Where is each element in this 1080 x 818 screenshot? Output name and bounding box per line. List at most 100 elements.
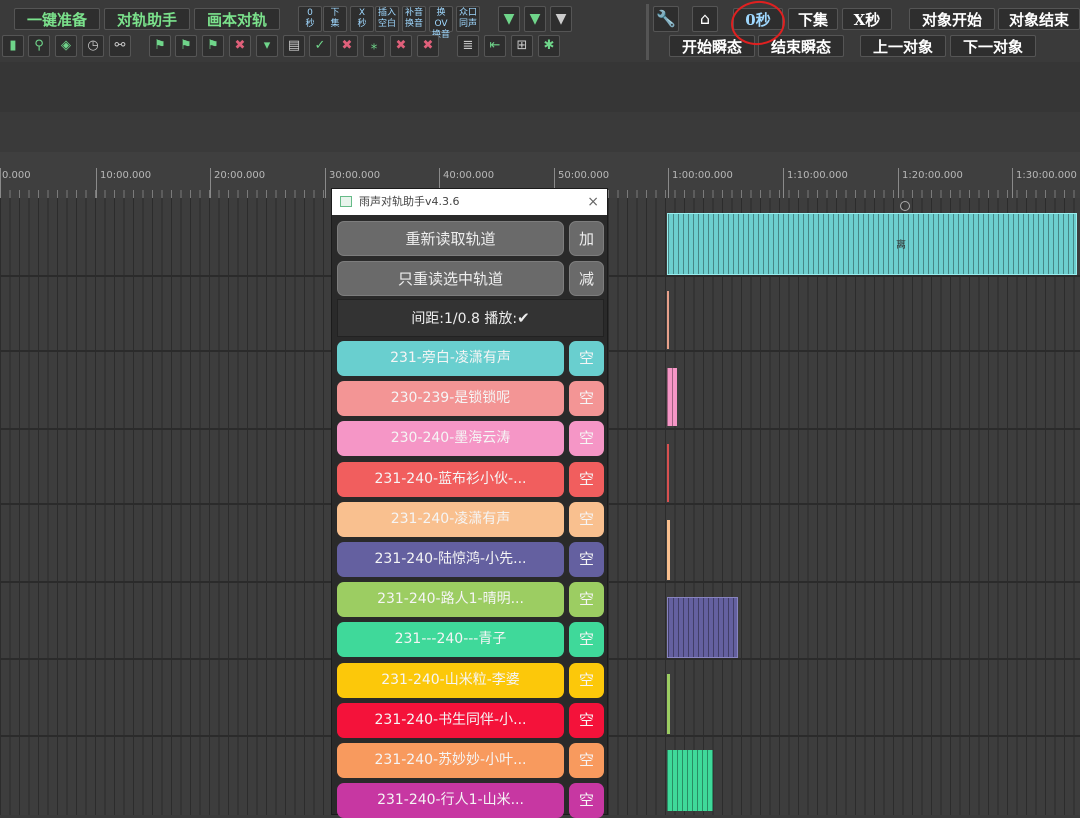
track-button[interactable]: 231-240-凌潇有声 xyxy=(337,501,564,537)
marker-icon[interactable]: ⚑ xyxy=(202,35,224,57)
audio-clip-narration[interactable]: 离 xyxy=(667,213,1077,275)
split-icon[interactable]: ◈ xyxy=(55,35,77,57)
track-empty-button[interactable]: 空 xyxy=(569,501,604,537)
track-empty-button[interactable]: 空 xyxy=(569,461,604,497)
audio-clip-marker[interactable] xyxy=(667,291,669,349)
ruler-label: 1:20:00.000 xyxy=(902,170,963,181)
previous-object-button[interactable]: 上一对象 xyxy=(860,35,946,57)
next-object-button[interactable]: 下一对象 xyxy=(950,35,1036,57)
track-button[interactable]: 231---240---青子 xyxy=(337,622,564,658)
reload-selected-tracks-button[interactable]: 只重读选中轨道 xyxy=(337,261,564,296)
swap-ov-button[interactable]: 换OV 换音 xyxy=(429,6,453,40)
track-button[interactable]: 231-240-苏妙妙-小叶... xyxy=(337,743,564,778)
filter-clear-icon[interactable]: ▼ xyxy=(550,6,572,32)
list-icon[interactable]: ≣ xyxy=(457,35,479,57)
track-button[interactable]: 230-240-墨海云涛 xyxy=(337,421,564,457)
script-align-button[interactable]: 画本对轨 xyxy=(194,8,280,30)
object-end-button[interactable]: 对象结束 xyxy=(998,8,1080,30)
add-button[interactable]: 加 xyxy=(569,221,604,256)
track-button[interactable]: 231-240-路人1-晴明... xyxy=(337,582,564,618)
star-icon[interactable]: ✱ xyxy=(538,35,560,57)
next-episode-button[interactable]: 下集 xyxy=(788,8,838,30)
bracket-icon[interactable]: ⁎ xyxy=(363,35,385,57)
dialog-title: 雨声对轨助手v4.3.6 xyxy=(359,195,460,208)
remove-marker-icon[interactable]: ✖ xyxy=(336,35,358,57)
home-icon[interactable]: ⌂ xyxy=(692,6,718,32)
wrench-icon[interactable]: 🔧 xyxy=(653,6,679,32)
audio-clip-purple[interactable] xyxy=(667,597,738,658)
track-empty-button[interactable]: 空 xyxy=(569,582,604,618)
track-empty-button[interactable]: 空 xyxy=(569,662,604,698)
app-icon xyxy=(340,196,352,207)
nodes-icon[interactable]: ⚯ xyxy=(109,35,131,57)
region-icon[interactable]: ▤ xyxy=(283,35,305,57)
track-button[interactable]: 231-240-陆惊鸿-小先... xyxy=(337,542,564,577)
small-button-line2: 秒 xyxy=(305,19,315,29)
audio-clip-lime[interactable] xyxy=(667,674,670,734)
audio-clip-red[interactable] xyxy=(667,444,669,502)
chorus-button[interactable]: 众口 同声 xyxy=(456,6,480,32)
track-empty-button[interactable]: 空 xyxy=(569,783,604,818)
zero-seconds-small-button[interactable]: 0 秒 xyxy=(298,6,322,32)
small-button-line1: X xyxy=(358,8,366,18)
track-empty-button[interactable]: 空 xyxy=(569,743,604,778)
ruler-label: 1:30:00.000 xyxy=(1016,170,1077,181)
filter-add-icon[interactable]: ▼ xyxy=(524,6,546,32)
patch-swap-audio-button[interactable]: 补音 换音 xyxy=(402,6,426,32)
track-assistant-button[interactable]: 对轨助手 xyxy=(104,8,190,30)
track-empty-button[interactable]: 空 xyxy=(569,421,604,457)
track-empty-button[interactable]: 空 xyxy=(569,341,604,376)
track-button[interactable]: 231-旁白-凌潇有声 xyxy=(337,341,564,376)
ruler-label: 1:00:00.000 xyxy=(672,170,733,181)
close-icon[interactable]: × xyxy=(587,189,599,215)
reload-tracks-button[interactable]: 重新读取轨道 xyxy=(337,221,564,256)
check-icon[interactable]: ✓ xyxy=(309,35,331,57)
track-button[interactable]: 231-240-蓝布衫小伙-... xyxy=(337,461,564,497)
marker-info-icon[interactable]: ⚑ xyxy=(149,35,171,57)
clip-fade-handle[interactable] xyxy=(900,201,910,211)
one-click-prepare-button[interactable]: 一键准备 xyxy=(14,8,100,30)
audio-clip-peach[interactable] xyxy=(667,520,670,580)
ruler-major-tick xyxy=(668,168,669,198)
bracket-delete-icon[interactable]: ✖ xyxy=(390,35,412,57)
small-button-line1: 0 xyxy=(307,8,313,18)
ruler-label: 0.000 xyxy=(2,170,31,181)
dialog-titlebar[interactable]: 雨声对轨助手v4.3.6 × xyxy=(332,189,607,215)
toolbar-empty-area xyxy=(0,62,1080,112)
track-button[interactable]: 231-240-书生同伴-小... xyxy=(337,702,564,738)
ruler-label: 50:00.000 xyxy=(558,170,610,181)
ruler-major-tick xyxy=(783,168,784,198)
marker-move-icon[interactable]: ⚑ xyxy=(175,35,197,57)
insert-blank-button[interactable]: 插入 空白 xyxy=(375,6,399,32)
check-icon: ✔ xyxy=(517,309,530,327)
small-button-line1: 下 xyxy=(330,8,340,18)
x-seconds-button[interactable]: X秒 xyxy=(842,8,892,30)
marker-down-icon[interactable]: ▾ xyxy=(256,35,278,57)
map-pin-icon[interactable]: ⚲ xyxy=(28,35,50,57)
track-empty-button[interactable]: 空 xyxy=(569,381,604,417)
small-button-line2: 同声 xyxy=(458,19,477,29)
track-button[interactable]: 231-240-山米粒-李婆 xyxy=(337,662,564,698)
clock-icon[interactable]: ◷ xyxy=(82,35,104,57)
track-empty-button[interactable]: 空 xyxy=(569,702,604,738)
audio-clip-pink[interactable] xyxy=(667,368,677,426)
spacing-play-toggle[interactable]: 间距:1/0.8 播放:✔ xyxy=(337,299,604,337)
audio-clip-green[interactable] xyxy=(667,750,713,811)
track-empty-button[interactable]: 空 xyxy=(569,542,604,577)
align-icon[interactable]: ⇤ xyxy=(484,35,506,57)
hierarchy-icon[interactable]: ⊞ xyxy=(511,35,533,57)
track-button[interactable]: 230-239-是锁锁呢 xyxy=(337,381,564,417)
filter-icon[interactable]: ▼ xyxy=(498,6,520,32)
clear-all-icon[interactable]: ✖ xyxy=(417,35,439,57)
track-button[interactable]: 231-240-行人1-山米... xyxy=(337,783,564,818)
track-assistant-dialog: 雨声对轨助手v4.3.6 × 重新读取轨道 加 只重读选中轨道 减 间距:1/0… xyxy=(331,188,608,818)
x-seconds-small-button[interactable]: X 秒 xyxy=(350,6,374,32)
next-episode-small-button[interactable]: 下 集 xyxy=(323,6,347,32)
subtract-button[interactable]: 减 xyxy=(569,261,604,296)
object-start-button[interactable]: 对象开始 xyxy=(909,8,995,30)
bars-icon[interactable]: ▮ xyxy=(2,35,24,57)
marker-delete-icon[interactable]: ✖ xyxy=(229,35,251,57)
small-button-line2: 秒 xyxy=(357,19,367,29)
toolbar-divider xyxy=(646,4,649,60)
track-empty-button[interactable]: 空 xyxy=(569,622,604,658)
